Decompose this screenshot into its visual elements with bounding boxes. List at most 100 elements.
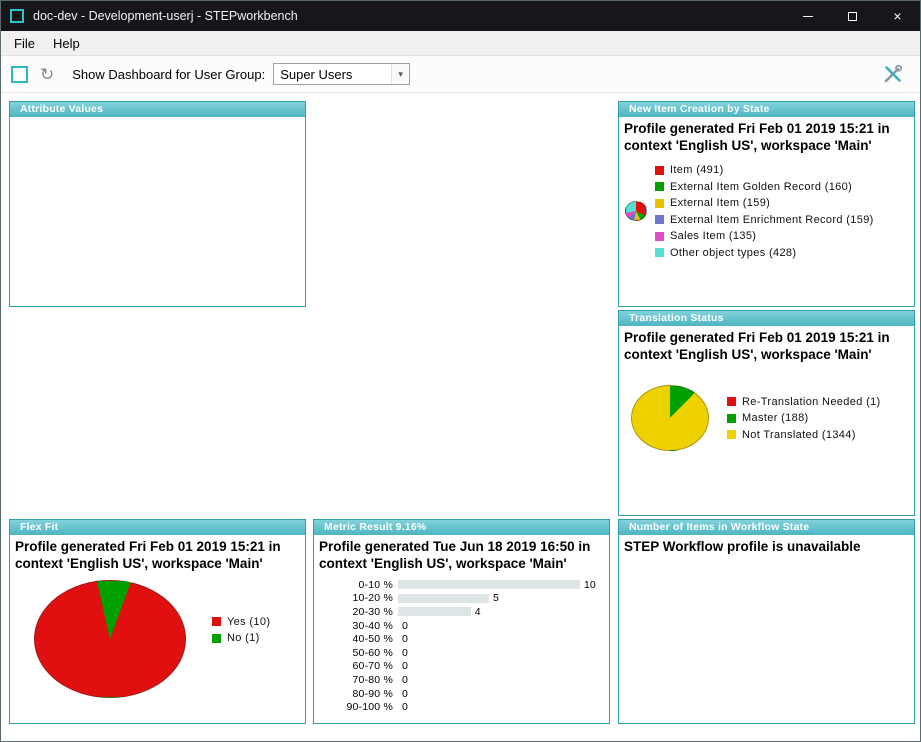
legend-swatch xyxy=(655,182,664,191)
panel-workflow-state: Number of Items in Workflow State STEP W… xyxy=(618,519,915,724)
panel-attribute-values: Attribute Values xyxy=(9,101,306,307)
legend-label: Yes (10) xyxy=(227,616,270,628)
panel-translation-status: Translation Status Profile generated Fri… xyxy=(618,310,915,516)
legend-swatch xyxy=(727,430,736,439)
legend-item: External Item Golden Record (160) xyxy=(655,181,874,193)
panel-title: Attribute Values xyxy=(10,102,305,117)
close-button[interactable]: × xyxy=(875,1,920,31)
panel-metric-result: Metric Result 9.16% Profile generated Tu… xyxy=(313,519,610,724)
legend-swatch xyxy=(212,617,221,626)
legend-swatch xyxy=(655,166,664,175)
legend-swatch xyxy=(212,634,221,643)
bar-value: 0 xyxy=(398,688,408,700)
legend-label: No (1) xyxy=(227,632,260,644)
legend-label: External Item (159) xyxy=(670,197,770,209)
legend-label: Re-Translation Needed (1) xyxy=(742,396,881,408)
bar-row: 30-40 %0 xyxy=(314,619,609,633)
chart-legend: Re-Translation Needed (1) Master (188) Not… xyxy=(727,396,881,441)
panel-title: Metric Result 9.16% xyxy=(314,520,609,535)
title-bar: doc-dev - Development-userj - STEPworkbe… xyxy=(1,1,920,31)
workflow-unavailable-message: STEP Workflow profile is unavailable xyxy=(619,535,914,554)
legend-item: External Item (159) xyxy=(655,197,874,209)
chevron-down-icon: ▾ xyxy=(391,64,409,84)
maximize-button[interactable] xyxy=(830,1,875,31)
legend-item: Other object types (428) xyxy=(655,247,874,259)
translation-chart: Re-Translation Needed (1) Master (188) Not… xyxy=(619,363,914,451)
user-group-value: Super Users xyxy=(274,67,391,82)
bar-category-label: 60-70 % xyxy=(314,660,398,672)
legend-label: Other object types (428) xyxy=(670,247,796,259)
panel-new-item-creation: New Item Creation by State Profile gener… xyxy=(618,101,915,307)
pie-chart xyxy=(625,201,647,221)
panel-flex-fit: Flex Fit Profile generated Fri Feb 01 20… xyxy=(9,519,306,724)
bar xyxy=(398,580,580,589)
bar-row: 10-20 % 5 xyxy=(314,592,609,606)
legend-item: Item (491) xyxy=(655,164,874,176)
bar xyxy=(398,594,489,603)
flex-fit-body: Profile generated Fri Feb 01 2019 15:21 … xyxy=(10,535,305,723)
pie-chart xyxy=(34,580,186,698)
bar-row: 70-80 %0 xyxy=(314,673,609,687)
tools-icon[interactable] xyxy=(882,63,904,85)
app-icon xyxy=(10,9,24,23)
bar-row: 50-60 %0 xyxy=(314,646,609,660)
refresh-icon[interactable]: ↻ xyxy=(40,66,54,83)
minimize-button[interactable] xyxy=(785,1,830,31)
workflow-body: STEP Workflow profile is unavailable xyxy=(619,535,914,723)
minimize-icon xyxy=(803,16,813,17)
attribute-values-body xyxy=(10,117,305,306)
legend-label: Sales Item (135) xyxy=(670,230,756,242)
legend-label: Item (491) xyxy=(670,164,724,176)
flex-fit-chart: Yes (10) No (1) xyxy=(10,572,305,698)
panel-title: Number of Items in Workflow State xyxy=(619,520,914,535)
legend-label: Not Translated (1344) xyxy=(742,429,856,441)
bar-value: 5 xyxy=(489,592,499,604)
legend-item: Yes (10) xyxy=(212,616,270,628)
legend-swatch xyxy=(655,215,664,224)
window-title: doc-dev - Development-userj - STEPworkbe… xyxy=(33,9,298,23)
legend-swatch xyxy=(655,199,664,208)
metric-bar-chart: 0-10 %1010-20 %520-30 %430-40 %040-50 %0… xyxy=(314,578,609,714)
menu-help[interactable]: Help xyxy=(44,33,89,54)
profile-text: Profile generated Fri Feb 01 2019 15:21 … xyxy=(619,326,914,363)
bar-category-label: 50-60 % xyxy=(314,647,398,659)
legend-item: Master (188) xyxy=(727,412,881,424)
bar-value: 0 xyxy=(398,674,408,686)
user-group-dropdown[interactable]: Super Users ▾ xyxy=(273,63,410,85)
legend-swatch xyxy=(655,232,664,241)
profile-text: Profile generated Fri Feb 01 2019 15:21 … xyxy=(619,117,914,154)
bar-value: 0 xyxy=(398,633,408,645)
bar-category-label: 70-80 % xyxy=(314,674,398,686)
bar xyxy=(398,607,471,616)
maximize-icon xyxy=(848,12,857,21)
metric-body: Profile generated Tue Jun 18 2019 16:50 … xyxy=(314,535,609,723)
dashboard-toggle-icon[interactable] xyxy=(11,66,28,83)
window-controls: × xyxy=(785,1,920,31)
chart-legend: Item (491) External Item Golden Record (1… xyxy=(655,164,874,259)
legend-item: Sales Item (135) xyxy=(655,230,874,242)
bar-category-label: 10-20 % xyxy=(314,592,398,604)
new-item-chart: Item (491) External Item Golden Record (1… xyxy=(619,154,914,259)
bar-row: 60-70 %0 xyxy=(314,660,609,674)
user-group-label: Show Dashboard for User Group: xyxy=(72,67,265,82)
legend-label: External Item Golden Record (160) xyxy=(670,181,852,193)
legend-swatch xyxy=(655,248,664,257)
panel-title: New Item Creation by State xyxy=(619,102,914,117)
bar-value: 0 xyxy=(398,660,408,672)
legend-item: Re-Translation Needed (1) xyxy=(727,396,881,408)
bar-row: 40-50 %0 xyxy=(314,632,609,646)
bar-value: 0 xyxy=(398,701,408,713)
menu-file[interactable]: File xyxy=(5,33,44,54)
chart-legend: Yes (10) No (1) xyxy=(212,616,270,645)
dashboard-toolbar: ↻ Show Dashboard for User Group: Super U… xyxy=(1,56,920,93)
translation-body: Profile generated Fri Feb 01 2019 15:21 … xyxy=(619,326,914,515)
app-window: doc-dev - Development-userj - STEPworkbe… xyxy=(0,0,921,742)
bar-value: 4 xyxy=(471,606,481,618)
bar-value: 0 xyxy=(398,647,408,659)
new-item-body: Profile generated Fri Feb 01 2019 15:21 … xyxy=(619,117,914,306)
bar-category-label: 30-40 % xyxy=(314,620,398,632)
panel-title: Flex Fit xyxy=(10,520,305,535)
legend-label: Master (188) xyxy=(742,412,809,424)
legend-swatch xyxy=(727,397,736,406)
bar-row: 20-30 %4 xyxy=(314,605,609,619)
